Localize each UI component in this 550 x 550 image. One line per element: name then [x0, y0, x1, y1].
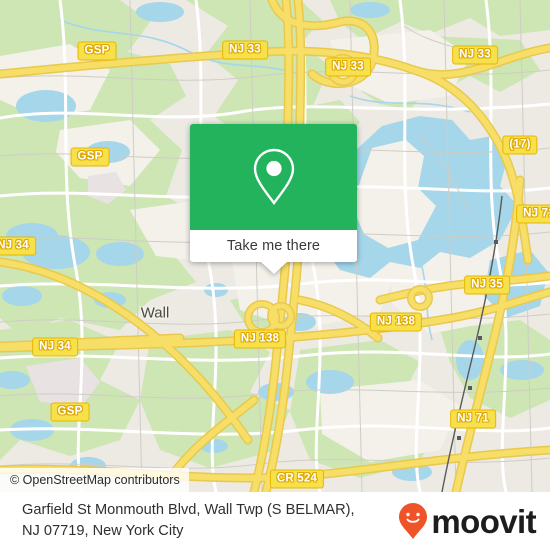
road-shield[interactable]: NJ 71 [450, 409, 496, 429]
road-shield[interactable]: GSP [70, 147, 110, 167]
road-shield[interactable]: NJ 34 [32, 337, 78, 357]
road-shield[interactable]: NJ 34 [0, 236, 36, 256]
footer-bar: Garfield St Monmouth Blvd, Wall Twp (S B… [0, 492, 550, 550]
take-me-there-label: Take me there [226, 238, 321, 254]
road-shield[interactable]: CR 524 [269, 469, 325, 489]
screenshot-root: .grn { fill:#cde6b4; } .wtr { fill:#a5d6… [0, 0, 550, 550]
attribution-text: © OpenStreetMap contributors [10, 473, 180, 487]
moovit-wordmark: moovit [431, 502, 536, 540]
address-line-2: NJ 07719, New York City [22, 523, 184, 539]
map-canvas[interactable]: .grn { fill:#cde6b4; } .wtr { fill:#a5d6… [0, 0, 550, 492]
moovit-pin-icon [399, 503, 428, 539]
road-shield[interactable]: NJ 33 [222, 40, 268, 60]
moovit-logo[interactable]: moovit [398, 502, 537, 540]
road-shield[interactable]: NJ 35 [464, 275, 510, 295]
map-pin-icon [253, 148, 294, 205]
map-attribution[interactable]: © OpenStreetMap contributors [0, 468, 189, 492]
take-me-there-button[interactable]: Take me there [190, 230, 357, 274]
address-block: Garfield St Monmouth Blvd, Wall Twp (S B… [22, 500, 355, 542]
road-shield[interactable]: NJ 138 [369, 312, 423, 332]
road-shield[interactable]: NJ 33 [325, 57, 371, 77]
road-shield[interactable]: GSP [77, 41, 117, 61]
place-label-wall: Wall [140, 304, 170, 322]
road-shield[interactable]: GSP [50, 402, 90, 422]
popup-tail [260, 262, 287, 274]
popup-header [190, 124, 357, 230]
address-line-1: Garfield St Monmouth Blvd, Wall Twp (S B… [22, 502, 355, 518]
location-popup-card[interactable]: Take me there [190, 124, 357, 274]
road-shield[interactable]: NJ 71 [516, 204, 550, 224]
road-shield[interactable]: NJ 33 [452, 45, 498, 65]
road-shield[interactable]: (17) [502, 135, 538, 155]
road-shield[interactable]: NJ 138 [233, 329, 287, 349]
